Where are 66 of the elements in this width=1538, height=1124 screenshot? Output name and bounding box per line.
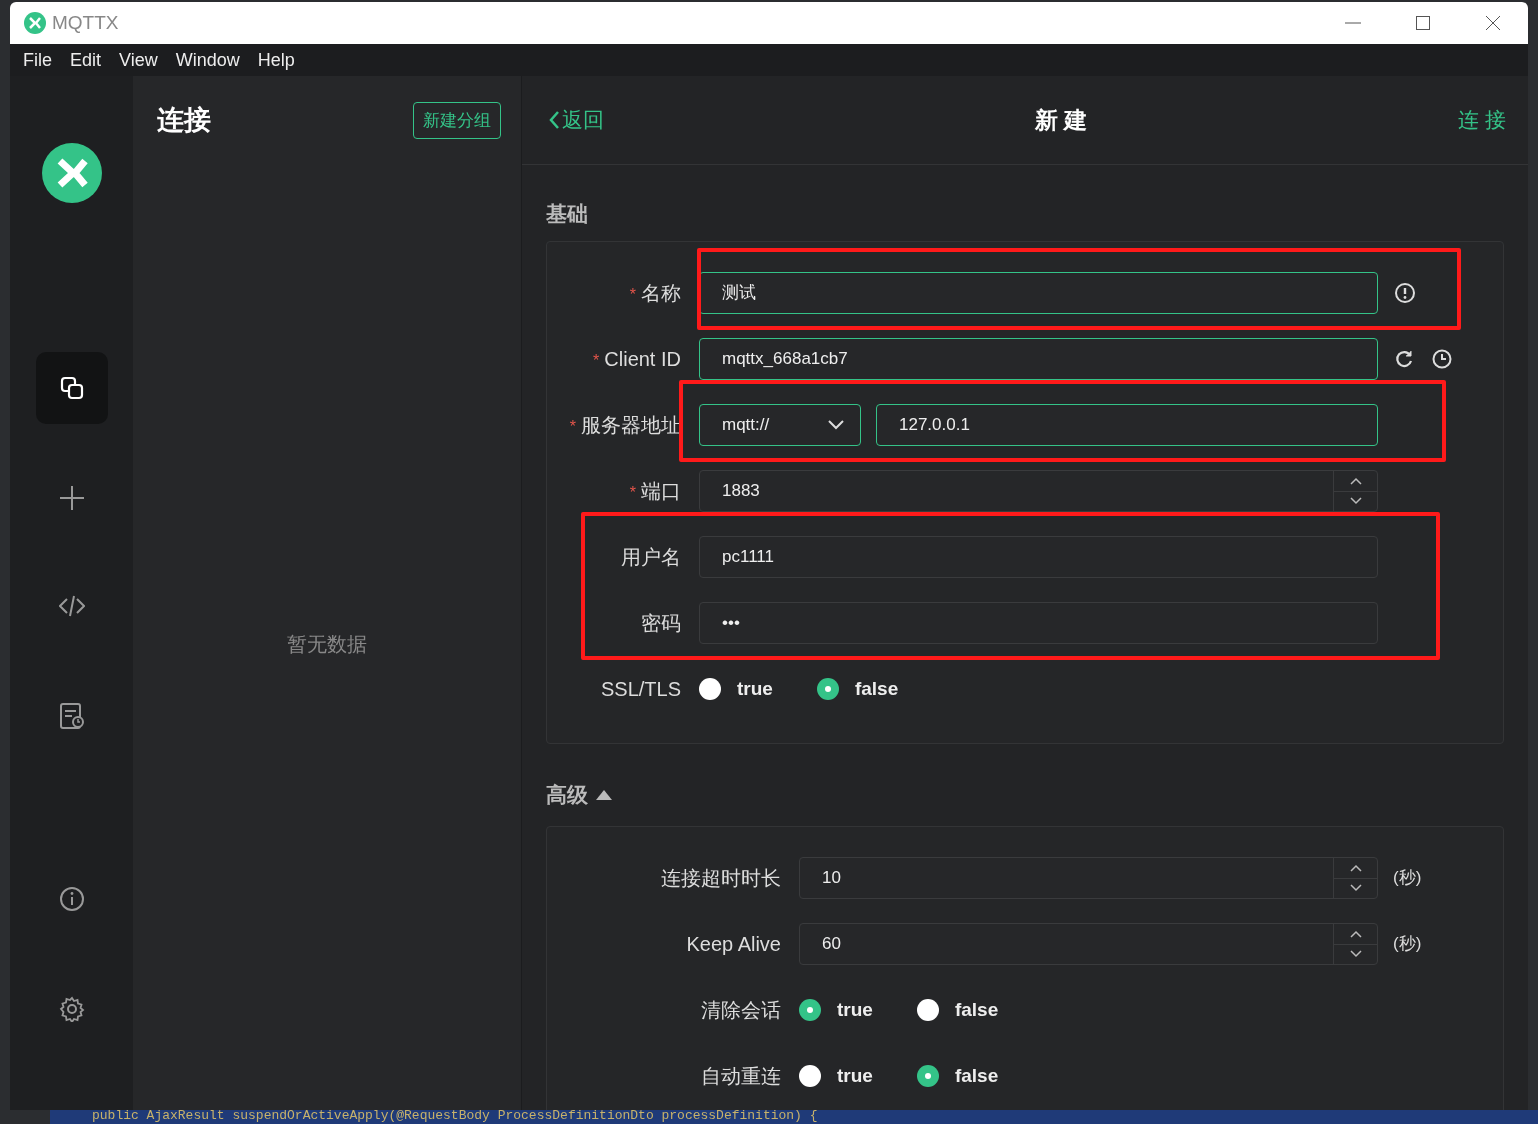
new-group-button[interactable]: 新建分组 [413, 101, 501, 139]
empty-text: 暂无数据 [287, 631, 367, 657]
refresh-icon[interactable] [1394, 349, 1414, 369]
field-label: * 名称 [628, 281, 682, 306]
connect-button[interactable]: 连 接 [1458, 104, 1506, 136]
back-link[interactable]: 返回 [548, 104, 604, 136]
input-field[interactable]: ••• [699, 602, 1378, 644]
protocol-select[interactable]: mqtt:// [699, 404, 861, 446]
page-title: 新 建 [1034, 105, 1088, 135]
caret-up-icon[interactable] [596, 789, 612, 801]
radio-option[interactable]: true [799, 995, 873, 1025]
plus-icon [58, 485, 85, 511]
input-field[interactable]: 127.0.0.1 [876, 404, 1378, 446]
maximize-icon [1415, 15, 1431, 31]
section-title: 基础 [546, 201, 589, 228]
chevron-up-icon [1349, 929, 1362, 938]
radio-option[interactable]: false [916, 1061, 999, 1091]
panel-title: 连接 [157, 104, 211, 137]
chevron-down-icon [828, 420, 844, 430]
chevron-up-icon [1349, 863, 1362, 872]
field-label: Keep Alive [685, 932, 782, 957]
chevron-down-icon [1349, 497, 1362, 506]
app-logo [40, 142, 103, 204]
info-icon [58, 886, 85, 912]
connections-icon [58, 375, 85, 401]
menu-item[interactable]: Edit [61, 46, 111, 74]
chevron-down-icon [1349, 950, 1362, 959]
clock-icon[interactable] [1432, 349, 1452, 369]
warning-icon[interactable] [1394, 282, 1416, 304]
app-logo [24, 12, 46, 34]
close-icon [1485, 15, 1501, 31]
radio-option[interactable]: true [799, 1061, 873, 1091]
menu-item[interactable]: Help [248, 46, 304, 74]
unit-label: (秒) [1393, 867, 1422, 890]
window-title: MQTTX [52, 10, 119, 35]
field-label: 自动重连 [700, 1064, 782, 1089]
field-label: * Client ID [592, 347, 682, 372]
field-label: * 服务器地址 [568, 413, 682, 438]
radio-option[interactable]: true [699, 674, 773, 704]
input-field[interactable]: mqttx_668a1cb7 [699, 338, 1378, 380]
sidebar-item[interactable] [35, 352, 108, 424]
number-field[interactable]: 60 [799, 923, 1378, 965]
field-label: 连接超时时长 [660, 866, 782, 891]
unit-label: (秒) [1393, 933, 1422, 956]
code-icon [58, 593, 85, 619]
field-label: 用户名 [620, 545, 682, 570]
radio-option[interactable]: false [916, 995, 999, 1025]
number-field[interactable]: 1883 [699, 470, 1378, 512]
radio-option[interactable]: false [816, 674, 899, 704]
log-icon [58, 703, 85, 729]
field-label: * 端口 [628, 479, 682, 504]
chevron-down-icon [1349, 884, 1362, 893]
field-label: 清除会话 [700, 998, 782, 1023]
field-label: SSL/TLS [599, 677, 682, 702]
section-title: 高级 [546, 782, 588, 809]
chevron-left-icon [548, 110, 560, 130]
input-field[interactable]: 测试 [699, 272, 1378, 314]
input-field[interactable]: pc1111 [699, 536, 1378, 578]
minimize-icon [1345, 22, 1361, 24]
menu-item[interactable]: View [110, 46, 167, 74]
settings-icon [58, 996, 85, 1022]
number-field[interactable]: 10 [799, 857, 1378, 899]
menu-item[interactable]: File [14, 46, 61, 74]
field-label: 密码 [640, 611, 682, 636]
chevron-up-icon [1349, 476, 1362, 485]
menu-item[interactable]: Window [166, 46, 249, 74]
